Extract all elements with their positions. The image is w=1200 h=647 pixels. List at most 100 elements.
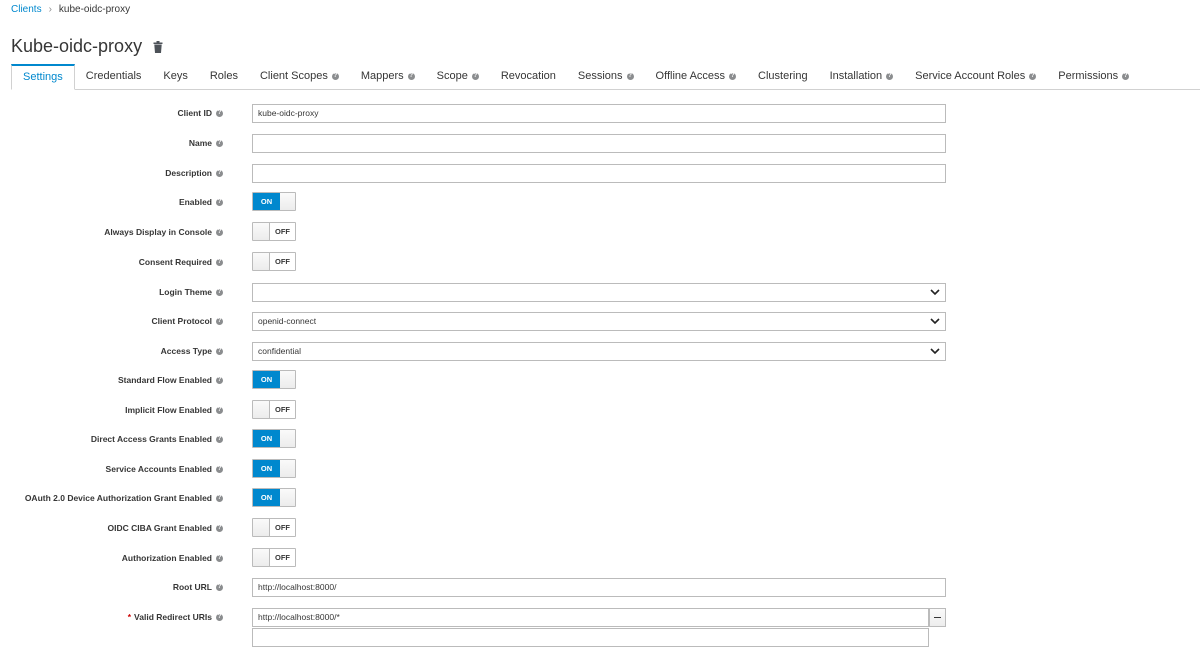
help-icon[interactable] [216,494,223,503]
toggle-knob [253,519,270,536]
direct-access-toggle[interactable]: ON [252,429,296,448]
root-url-row: Root URL http://localhost:8000/ [0,576,1200,598]
service-accounts-row: Service Accounts Enabled ON [0,458,1200,480]
access-type-select[interactable]: confidential [252,342,946,361]
tab-permissions[interactable]: Permissions [1047,64,1140,89]
always-display-toggle[interactable]: OFF [252,222,296,241]
toggle-knob [280,193,295,210]
help-icon[interactable] [729,72,737,81]
select-value: confidential [258,346,302,356]
implicit-flow-toggle[interactable]: OFF [252,400,296,419]
tab-revocation[interactable]: Revocation [490,64,567,89]
chevron-down-icon [930,348,940,355]
tab-label: Permissions [1058,70,1119,82]
tab-label: Service Account Roles [915,70,1026,82]
toggle-state-text: ON [253,460,280,477]
tab-client-scopes[interactable]: Client Scopes [249,64,350,89]
ciba-grant-row: OIDC CIBA Grant Enabled OFF [0,517,1200,539]
toggle-knob [280,489,295,506]
breadcrumb-clients-link[interactable]: Clients [11,4,42,15]
tab-settings[interactable]: Settings [11,64,75,90]
help-icon[interactable] [216,583,223,592]
device-grant-toggle[interactable]: ON [252,488,296,507]
description-input[interactable] [252,164,946,183]
required-marker: * [127,612,132,622]
select-value: openid-connect [258,316,317,326]
enabled-toggle[interactable]: ON [252,192,296,211]
help-icon[interactable] [216,109,223,118]
client-protocol-select[interactable]: openid-connect [252,312,946,331]
help-icon[interactable] [216,347,223,356]
description-row: Description [0,162,1200,184]
standard-flow-row: Standard Flow Enabled ON [0,369,1200,391]
ciba-grant-toggle[interactable]: OFF [252,518,296,537]
implicit-flow-label: Implicit Flow Enabled [125,399,223,421]
tab-sessions[interactable]: Sessions [567,64,645,89]
authorization-toggle[interactable]: OFF [252,548,296,567]
tab-keys[interactable]: Keys [152,64,198,89]
root-url-input[interactable]: http://localhost:8000/ [252,578,946,597]
service-accounts-label: Service Accounts Enabled [106,458,223,480]
help-icon[interactable] [216,465,223,474]
tab-installation[interactable]: Installation [819,64,905,89]
help-icon[interactable] [407,72,415,81]
help-icon[interactable] [1122,72,1130,81]
help-icon[interactable] [216,169,223,178]
help-icon[interactable] [216,376,223,385]
toggle-state-text: ON [253,193,280,210]
login-theme-row: Login Theme [0,281,1200,303]
tab-service-account-roles[interactable]: Service Account Roles [904,64,1047,89]
help-icon[interactable] [216,258,223,267]
name-input[interactable] [252,134,946,153]
always-display-label: Always Display in Console [104,221,223,243]
help-icon[interactable] [471,72,479,81]
help-icon[interactable] [216,317,223,326]
redirect-uri-new-input[interactable] [252,628,929,647]
chevron-right-icon: › [48,4,52,15]
help-icon[interactable] [216,288,223,297]
enabled-row: Enabled ON [0,191,1200,213]
toggle-state-text: OFF [275,257,290,266]
toggle-knob [253,401,270,418]
tab-mappers[interactable]: Mappers [350,64,426,89]
minus-icon [934,616,941,619]
tab-roles[interactable]: Roles [199,64,249,89]
tab-clustering[interactable]: Clustering [747,64,819,89]
name-row: Name [0,132,1200,154]
toggle-knob [253,253,270,270]
toggle-state-text: OFF [275,523,290,532]
help-icon[interactable] [216,228,223,237]
consent-required-toggle[interactable]: OFF [252,252,296,271]
client-id-input[interactable]: kube-oidc-proxy [252,104,946,123]
toggle-knob [253,223,270,240]
tab-offline-access[interactable]: Offline Access [645,64,748,89]
help-icon[interactable] [626,72,634,81]
help-icon[interactable] [331,72,339,81]
help-icon[interactable] [216,613,223,622]
toggle-knob [253,549,270,566]
tab-scope[interactable]: Scope [426,64,490,89]
client-protocol-label: Client Protocol [152,310,223,332]
trash-icon[interactable] [153,40,163,53]
login-theme-select[interactable] [252,283,946,302]
help-icon[interactable] [216,406,223,415]
help-icon[interactable] [216,554,223,563]
help-icon[interactable] [886,72,894,81]
remove-redirect-uri-button[interactable] [929,608,946,627]
device-grant-label: OAuth 2.0 Device Authorization Grant Ena… [25,487,223,509]
service-accounts-toggle[interactable]: ON [252,459,296,478]
tab-label: Keys [163,70,188,82]
help-icon[interactable] [216,198,223,207]
standard-flow-toggle[interactable]: ON [252,370,296,389]
client-protocol-row: Client Protocol openid-connect [0,310,1200,332]
help-icon[interactable] [216,435,223,444]
redirect-uri-input[interactable]: http://localhost:8000/* [252,608,929,627]
redirect-uris-label: * Valid Redirect URIs [128,606,223,628]
toggle-state-text: ON [253,371,280,388]
help-icon[interactable] [1029,72,1037,81]
device-grant-row: OAuth 2.0 Device Authorization Grant Ena… [0,487,1200,509]
help-icon[interactable] [216,139,223,148]
tab-credentials[interactable]: Credentials [75,64,153,89]
help-icon[interactable] [216,524,223,533]
authorization-row: Authorization Enabled OFF [0,547,1200,569]
